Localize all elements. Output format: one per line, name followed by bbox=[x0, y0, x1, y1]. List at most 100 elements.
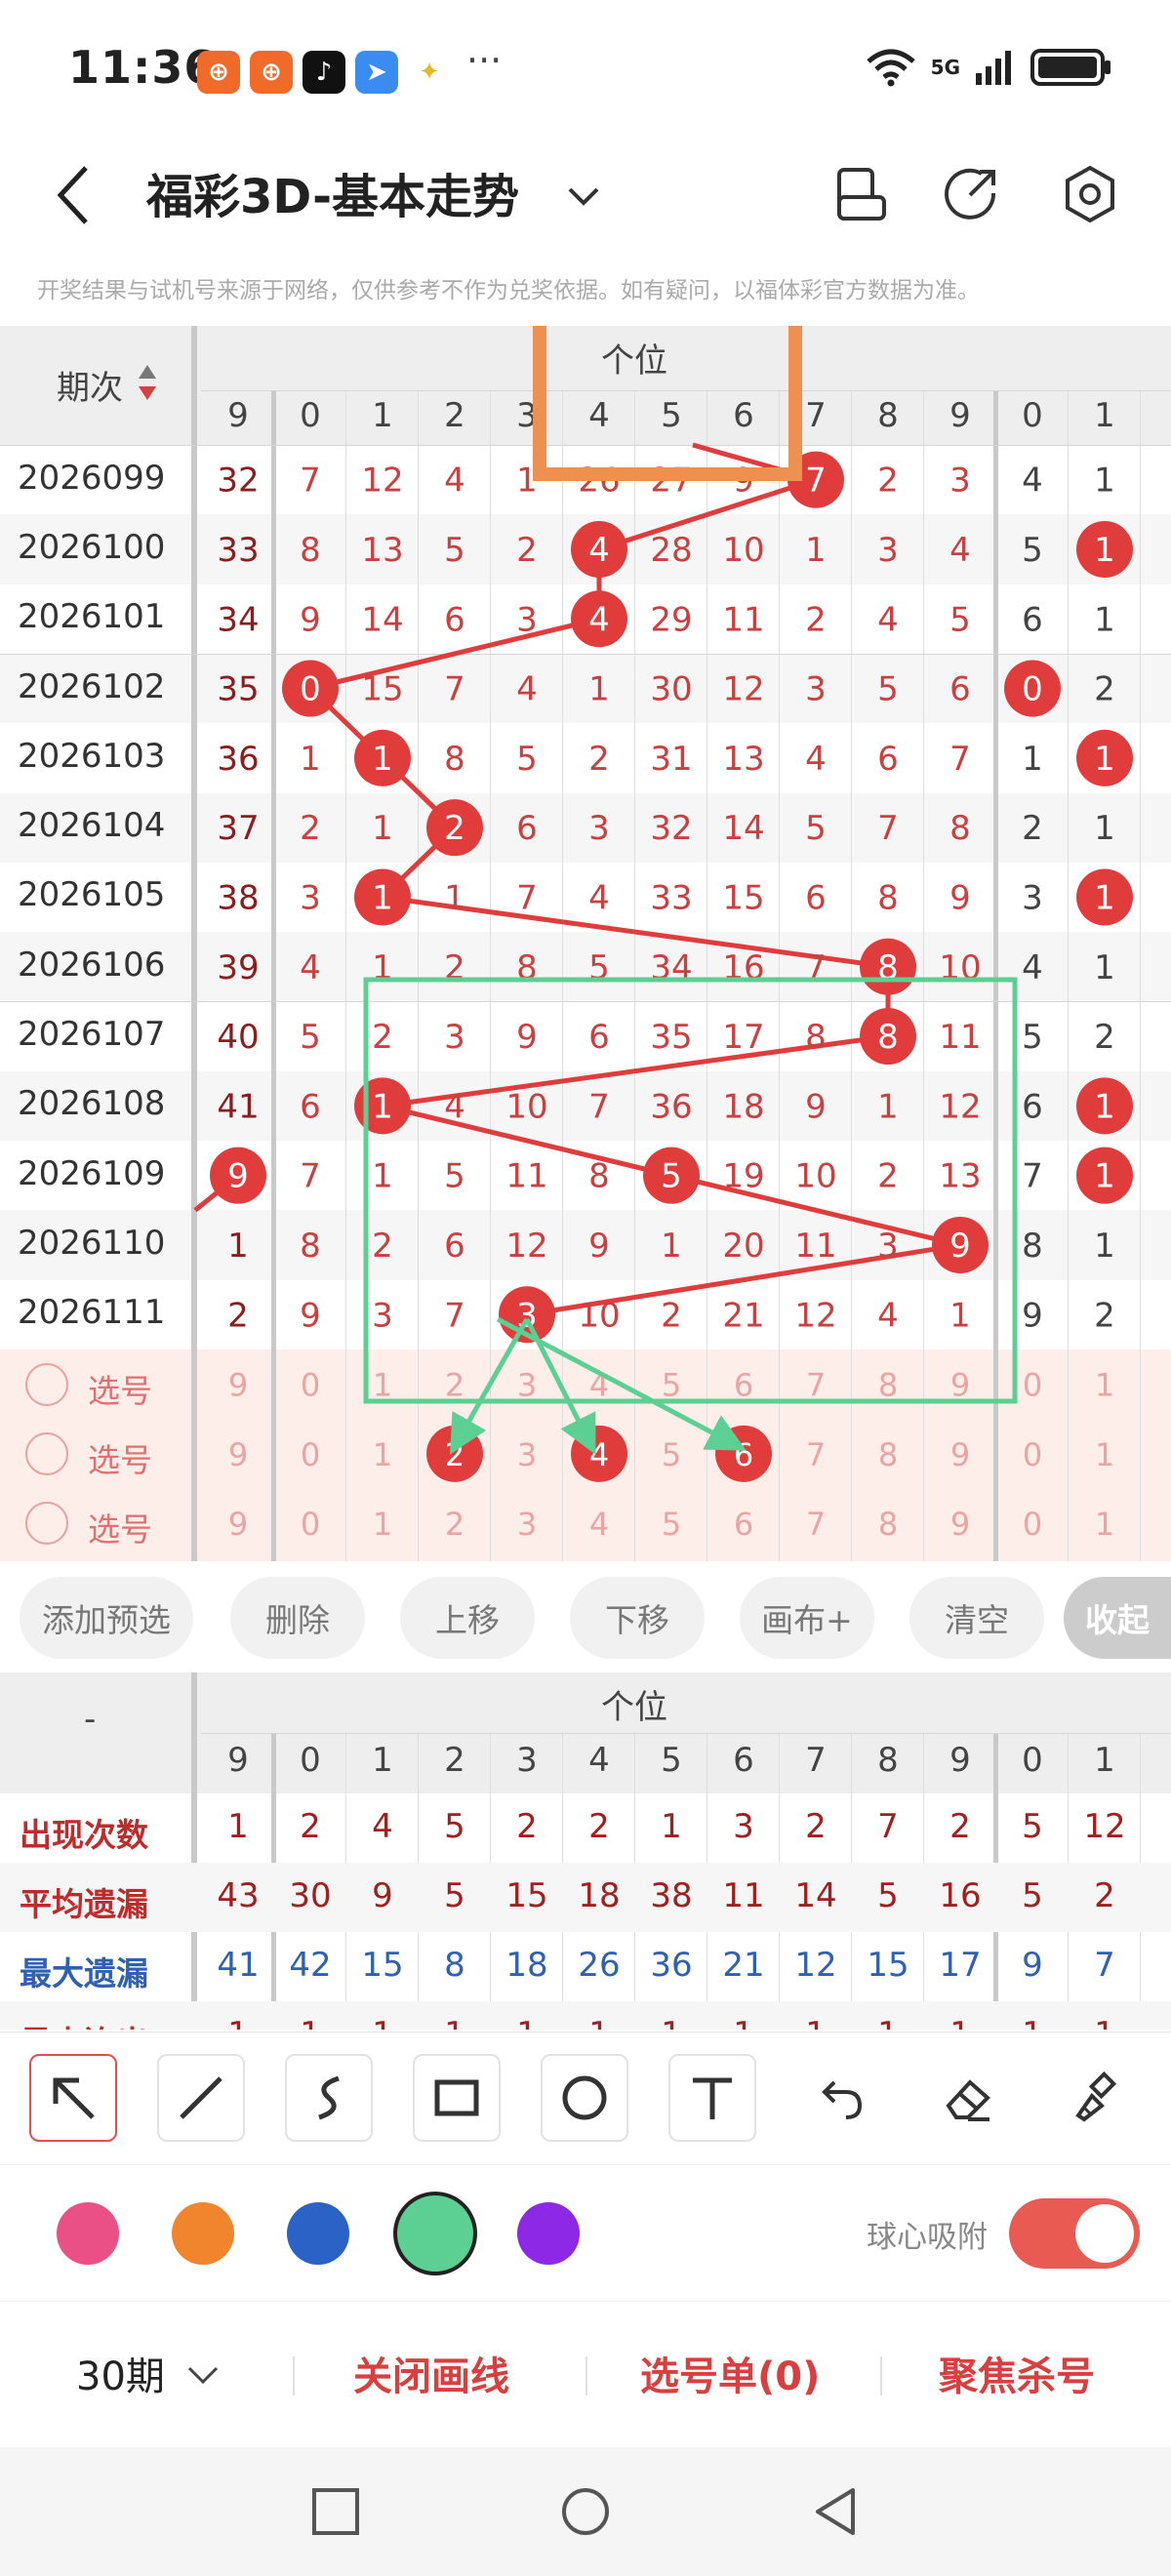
pick-number[interactable]: 9 bbox=[950, 1367, 970, 1404]
miss-count: 4 bbox=[300, 948, 321, 987]
pick-list-button[interactable]: 选号单(0) bbox=[640, 2345, 820, 2401]
pick-number[interactable]: 1 bbox=[1095, 1506, 1114, 1543]
app-icon-1: ⊕ bbox=[197, 51, 240, 94]
close-draw-button[interactable]: 关闭画线 bbox=[353, 2345, 509, 2401]
pick-number[interactable]: 5 bbox=[662, 1367, 681, 1404]
chevron-down-icon[interactable] bbox=[564, 166, 603, 224]
curve-tool[interactable] bbox=[285, 2054, 373, 2142]
pick-number[interactable]: 0 bbox=[301, 1436, 320, 1473]
action-button[interactable]: 添加预选 bbox=[20, 1577, 193, 1659]
miss-count: 3 bbox=[516, 600, 538, 639]
action-button[interactable]: 删除 bbox=[230, 1577, 365, 1659]
pick-number[interactable]: 3 bbox=[517, 1436, 537, 1473]
pick-number[interactable]: 8 bbox=[878, 1367, 898, 1404]
pick-number[interactable]: 9 bbox=[228, 1506, 248, 1543]
focus-kill-button[interactable]: 聚焦杀号 bbox=[939, 2345, 1095, 2401]
pick-number[interactable]: 1 bbox=[373, 1506, 392, 1543]
stats-value: 41 bbox=[217, 1946, 260, 1985]
stats-value: 9 bbox=[372, 1876, 393, 1915]
action-button[interactable]: 收起 bbox=[1064, 1577, 1171, 1659]
eraser-tool[interactable] bbox=[924, 2054, 1012, 2142]
text-tool[interactable] bbox=[668, 2054, 756, 2142]
color-swatch[interactable] bbox=[393, 2192, 477, 2275]
pick-number[interactable]: 3 bbox=[517, 1506, 537, 1543]
miss-count: 14 bbox=[722, 809, 764, 848]
pick-number[interactable]: 7 bbox=[806, 1436, 826, 1473]
action-button[interactable]: 清空 bbox=[909, 1577, 1044, 1659]
stats-value: 2 bbox=[805, 1807, 827, 1846]
pick-number[interactable]: 0 bbox=[1023, 1506, 1042, 1543]
rotate-screen-icon[interactable] bbox=[826, 160, 894, 228]
miss-count: 5 bbox=[444, 1157, 465, 1196]
pick-number[interactable]: 0 bbox=[301, 1367, 320, 1404]
action-button[interactable]: 画布+ bbox=[740, 1577, 874, 1659]
miss-count: 33 bbox=[217, 531, 259, 570]
circle-icon bbox=[562, 2075, 607, 2120]
pick-number[interactable]: 7 bbox=[806, 1367, 826, 1404]
pick-number[interactable]: 6 bbox=[734, 1506, 753, 1543]
wifi-icon bbox=[867, 49, 915, 87]
period-selector[interactable]: 30期 bbox=[76, 2345, 222, 2401]
stats-value: 1 bbox=[998, 2015, 1067, 2030]
miss-count: 7 bbox=[444, 670, 465, 709]
snap-toggle[interactable] bbox=[1009, 2198, 1140, 2269]
miss-count: 7 bbox=[588, 1087, 610, 1126]
pick-number[interactable]: 3 bbox=[517, 1367, 537, 1404]
miss-count: 2 bbox=[516, 531, 538, 570]
stats-value: 18 bbox=[505, 1946, 548, 1985]
pick-number[interactable]: 8 bbox=[878, 1436, 898, 1473]
pick-number[interactable]: 6 bbox=[734, 1436, 753, 1473]
stats-value: 38 bbox=[650, 1876, 693, 1915]
page-title[interactable]: 福彩3D-基本走势 bbox=[146, 158, 519, 226]
miss-count: 2 bbox=[877, 1157, 899, 1196]
share-icon[interactable] bbox=[937, 160, 1005, 228]
rect-tool[interactable] bbox=[413, 2054, 501, 2142]
trend-drawing-layer: 32 7 12 4 1 26 27 9 7 2 3 4 133 8 13 5 2 4 28 10 1 3 4 5 134 9 14 6… bbox=[193, 326, 1133, 1543]
pick-number[interactable]: 9 bbox=[950, 1506, 970, 1543]
miss-count: 11 bbox=[794, 1227, 836, 1266]
pick-number[interactable]: 9 bbox=[228, 1367, 248, 1404]
line-tool[interactable] bbox=[157, 2054, 245, 2142]
back-icon[interactable] bbox=[47, 158, 105, 232]
pick-number[interactable]: 9 bbox=[228, 1436, 248, 1473]
pick-number[interactable]: 6 bbox=[734, 1367, 753, 1404]
undo-tool[interactable] bbox=[796, 2054, 884, 2142]
pick-number[interactable]: 0 bbox=[1023, 1367, 1042, 1404]
action-button[interactable]: 下移 bbox=[570, 1577, 705, 1659]
color-swatch[interactable] bbox=[57, 2202, 119, 2265]
pick-number[interactable]: 1 bbox=[1095, 1436, 1114, 1473]
settings-icon[interactable] bbox=[1056, 160, 1124, 228]
pick-number[interactable]: 7 bbox=[806, 1506, 826, 1543]
pick-number[interactable]: 9 bbox=[950, 1436, 970, 1473]
color-swatch[interactable] bbox=[517, 2202, 580, 2265]
color-picker-row: 球心吸附 bbox=[0, 2164, 1171, 2301]
pick-number[interactable]: 2 bbox=[445, 1367, 464, 1404]
miss-count: 1 bbox=[1022, 740, 1043, 779]
pick-number[interactable]: 5 bbox=[662, 1436, 681, 1473]
pick-number[interactable]: 2 bbox=[445, 1506, 464, 1543]
action-button[interactable]: 上移 bbox=[400, 1577, 535, 1659]
stats-value: 15 bbox=[867, 1946, 909, 1985]
recents-icon[interactable] bbox=[310, 2486, 361, 2537]
clear-brush-tool[interactable] bbox=[1052, 2054, 1140, 2142]
pick-number[interactable]: 0 bbox=[1023, 1436, 1042, 1473]
drawn-orange-rectangle[interactable] bbox=[533, 326, 802, 481]
pick-number[interactable]: 8 bbox=[878, 1506, 898, 1543]
pick-number[interactable]: 4 bbox=[589, 1506, 609, 1543]
arrow-tool[interactable] bbox=[29, 2054, 117, 2142]
pick-number[interactable]: 1 bbox=[373, 1367, 392, 1404]
stats-value: 1 bbox=[276, 2015, 344, 2030]
pick-number[interactable]: 4 bbox=[589, 1436, 609, 1473]
pick-number[interactable]: 0 bbox=[301, 1506, 320, 1543]
pick-number[interactable]: 5 bbox=[662, 1506, 681, 1543]
miss-count: 12 bbox=[722, 670, 764, 709]
pick-number[interactable]: 1 bbox=[1095, 1367, 1114, 1404]
stats-value: 2 bbox=[1094, 1876, 1115, 1915]
home-icon[interactable] bbox=[560, 2486, 611, 2537]
color-swatch[interactable] bbox=[172, 2202, 234, 2265]
color-swatch[interactable] bbox=[287, 2202, 349, 2265]
circle-tool[interactable] bbox=[541, 2054, 628, 2142]
back-nav-icon[interactable] bbox=[810, 2486, 861, 2537]
pick-number[interactable]: 1 bbox=[373, 1436, 392, 1473]
stats-value: 1 bbox=[854, 2015, 922, 2030]
